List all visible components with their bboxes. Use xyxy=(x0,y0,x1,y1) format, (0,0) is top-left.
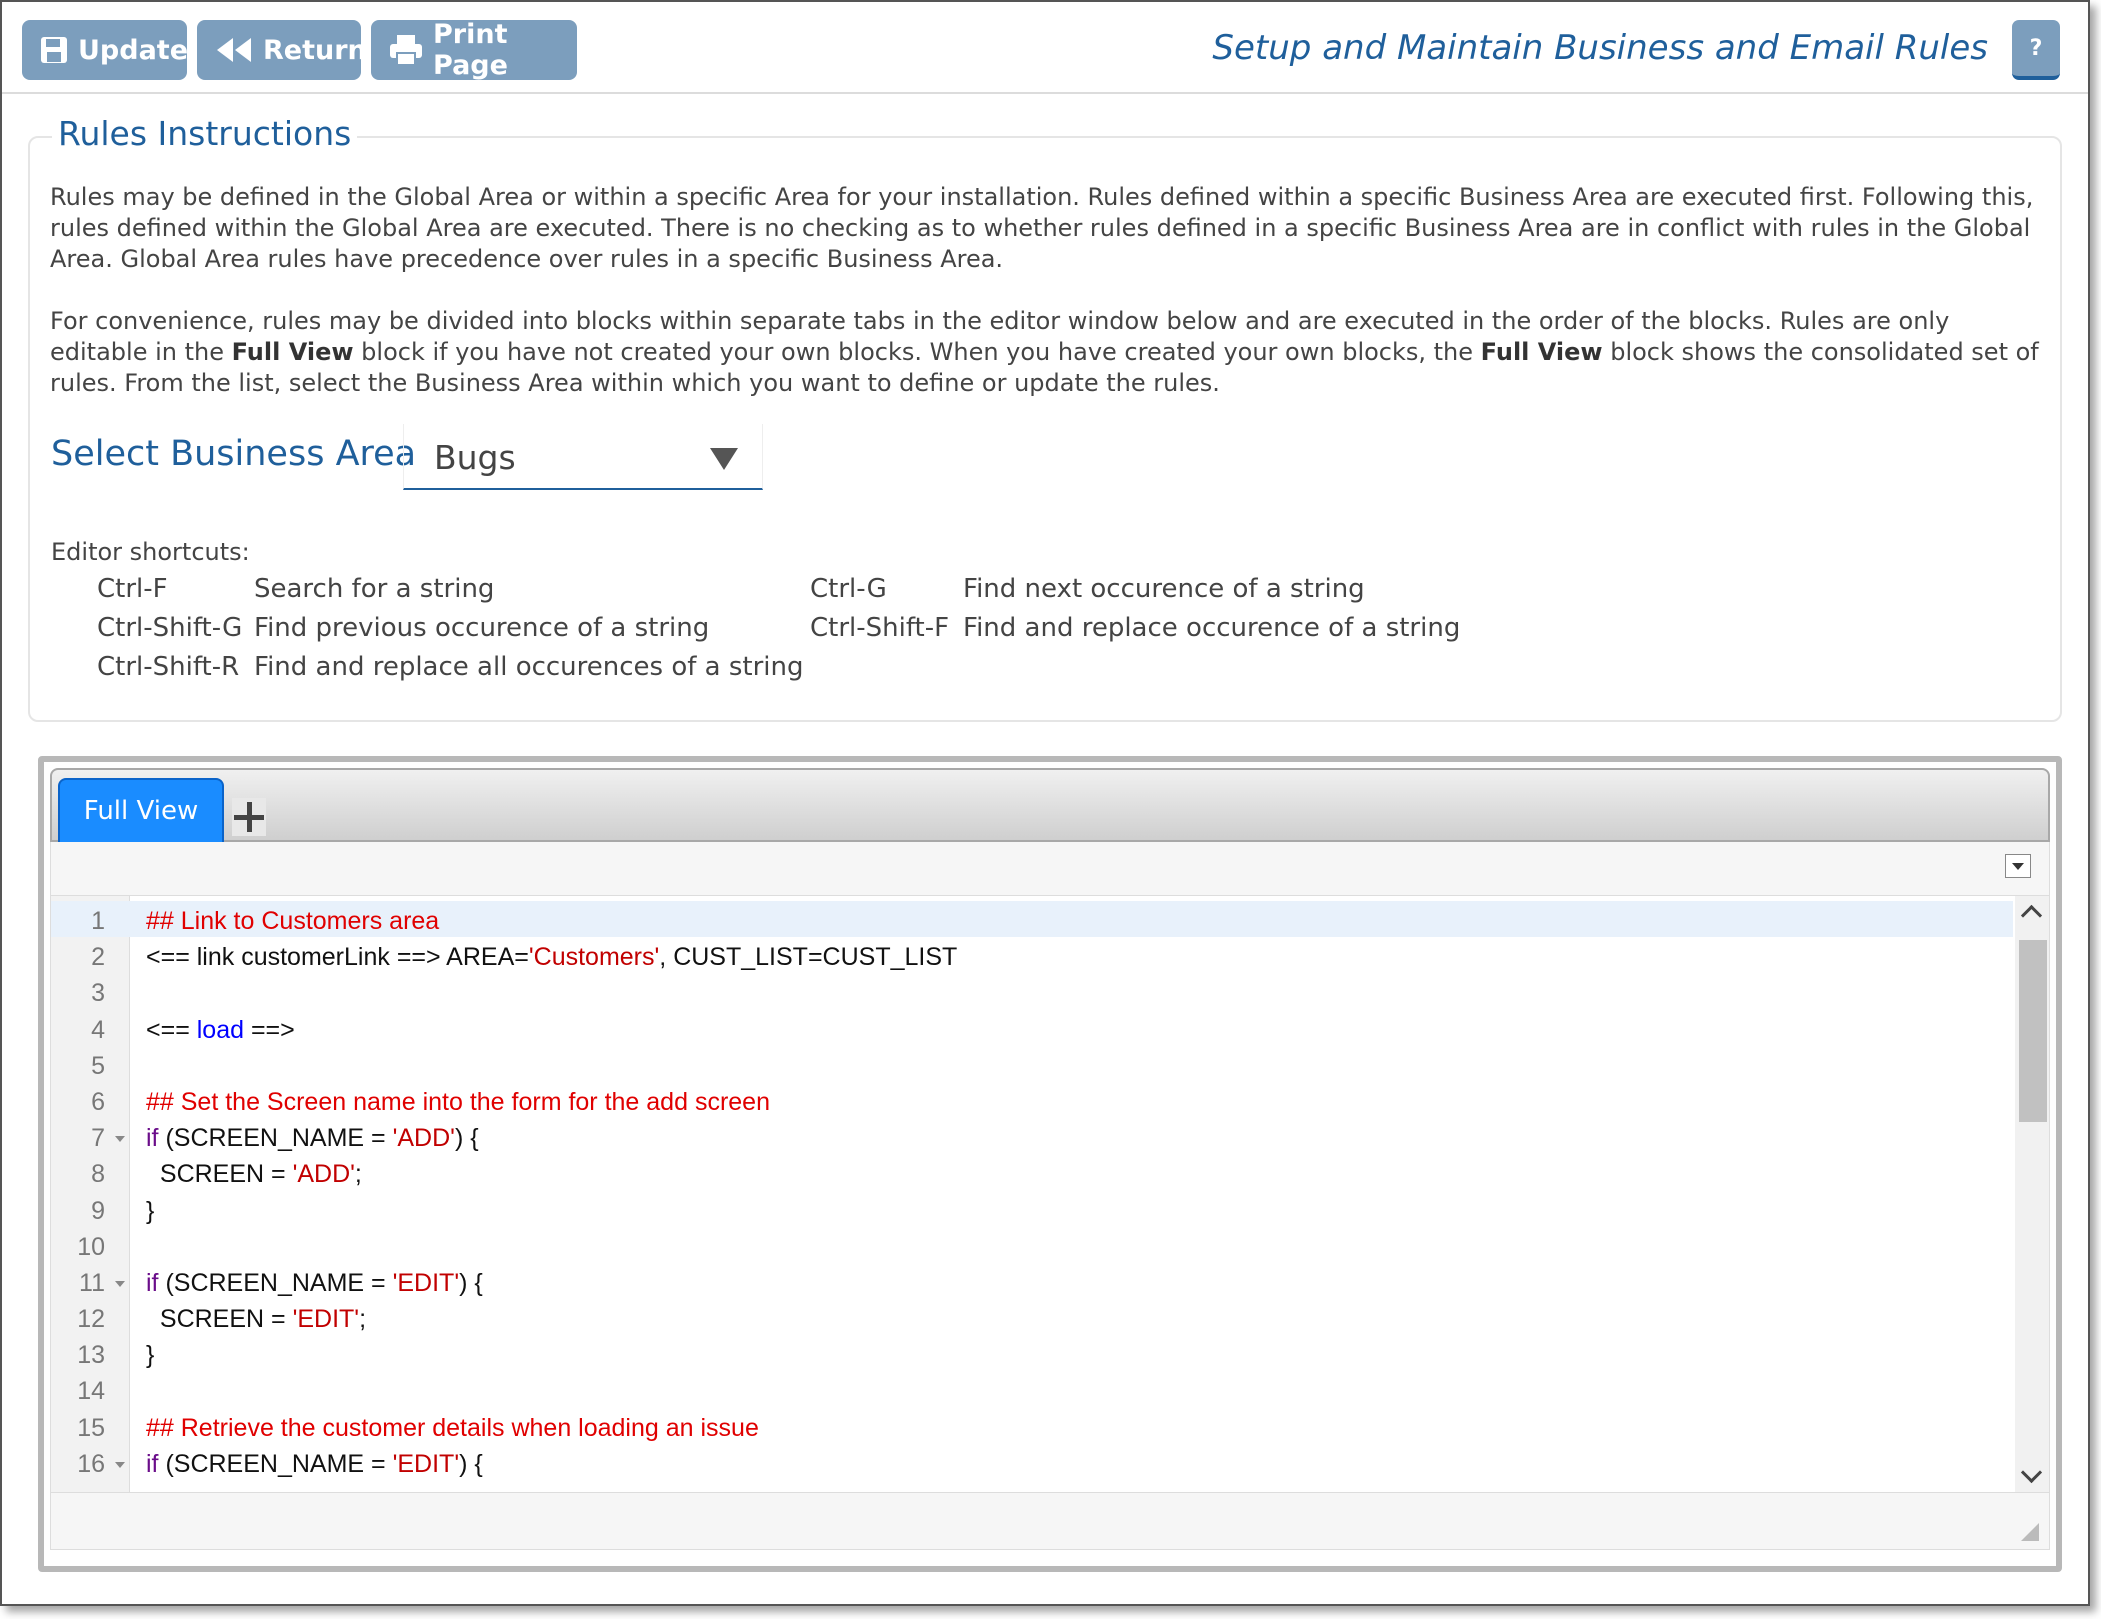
line-code: if (SCREEN_NAME = 'EDIT') { xyxy=(146,1449,483,1478)
line-number: 11 xyxy=(79,1268,105,1297)
code-lines: 1 ## Link to Customers area 2 <== link c… xyxy=(51,901,2013,1480)
shortcut-description: Find and replace all occurences of a str… xyxy=(254,652,804,682)
code-editor[interactable]: 1 ## Link to Customers area 2 <== link c… xyxy=(50,896,2050,1492)
tab-full-view[interactable]: Full View xyxy=(58,778,224,842)
return-button[interactable]: Return xyxy=(197,20,367,80)
scrollbar-thumb[interactable] xyxy=(2019,940,2047,1122)
shortcut-key: Ctrl-F xyxy=(97,574,168,604)
code-line: 16 if (SCREEN_NAME = 'EDIT') { xyxy=(51,1444,2013,1480)
code-line: 12 SCREEN = 'EDIT'; xyxy=(51,1299,2013,1335)
full-view-emphasis: Full View xyxy=(1480,338,1603,366)
line-number: 5 xyxy=(91,1051,105,1080)
print-page-label: Print Page xyxy=(433,19,508,81)
update-button[interactable]: Update xyxy=(22,20,189,80)
editor-toolbar xyxy=(50,842,2050,896)
code-line: 3 xyxy=(51,973,2013,1009)
page-title: Setup and Maintain Business and Email Ru… xyxy=(1212,28,1988,68)
line-number: 1 xyxy=(91,907,105,935)
line-code: } xyxy=(146,1341,155,1370)
shortcut-description: Find previous occurence of a string xyxy=(254,613,710,643)
line-number: 7 xyxy=(91,1124,105,1153)
code-line: 4 <== load ==> xyxy=(51,1010,2013,1046)
line-number: 4 xyxy=(91,1015,105,1044)
shortcut-key: Ctrl-Shift-F xyxy=(810,613,950,643)
fold-arrow-icon[interactable] xyxy=(115,1136,125,1143)
line-code: } xyxy=(146,1196,155,1225)
line-code: ## Set the Screen name into the form for… xyxy=(146,1087,770,1116)
select-business-area-label: Select Business Area xyxy=(51,434,417,474)
app-window: Update Return Print Page Setup and Maint… xyxy=(0,0,2090,1606)
scroll-down-icon[interactable] xyxy=(2020,1461,2043,1484)
code-line: 9 } xyxy=(51,1191,2013,1227)
line-number: 13 xyxy=(77,1341,105,1370)
instructions-paragraph-1: Rules may be defined in the Global Area … xyxy=(50,183,2034,273)
code-line: 7 if (SCREEN_NAME = 'ADD') { xyxy=(51,1118,2013,1154)
paragraph-2-text: block if you have not created your own b… xyxy=(353,338,1481,366)
line-code: <== link customerLink ==> AREA='Customer… xyxy=(146,943,958,972)
editor-shortcuts-title: Editor shortcuts: xyxy=(51,538,250,566)
line-code: if (SCREEN_NAME = 'EDIT') { xyxy=(146,1268,483,1297)
dropdown-arrow-icon xyxy=(710,448,738,470)
add-tab-icon[interactable] xyxy=(232,798,266,836)
vertical-scrollbar[interactable] xyxy=(2015,896,2049,1492)
line-code: ## Retrieve the customer details when lo… xyxy=(146,1413,759,1442)
line-number: 12 xyxy=(77,1305,105,1334)
code-line: 2 <== link customerLink ==> AREA='Custom… xyxy=(51,937,2013,973)
editor-status-bar xyxy=(50,1492,2050,1550)
rules-editor: Full View 1 ## Link to Customers area 2 … xyxy=(38,756,2062,1572)
code-line: 15 ## Retrieve the customer details when… xyxy=(51,1408,2013,1444)
business-area-select[interactable]: Bugs xyxy=(403,424,763,490)
rewind-icon xyxy=(217,38,251,62)
line-number: 3 xyxy=(91,979,105,1008)
code-line: 10 xyxy=(51,1227,2013,1263)
code-line: 5 xyxy=(51,1046,2013,1082)
fold-arrow-icon[interactable] xyxy=(115,1461,125,1468)
line-code: <== load ==> xyxy=(146,1015,295,1044)
line-number: 14 xyxy=(77,1377,105,1406)
update-label: Update xyxy=(78,34,189,66)
shortcut-description: Search for a string xyxy=(254,574,495,604)
tab-full-view-label: Full View xyxy=(83,796,199,826)
top-toolbar: Update Return Print Page Setup and Maint… xyxy=(2,2,2088,94)
code-line: 11 if (SCREEN_NAME = 'EDIT') { xyxy=(51,1263,2013,1299)
shortcut-description: Find and replace occurence of a string xyxy=(963,613,1461,643)
fold-arrow-icon[interactable] xyxy=(115,1280,125,1287)
print-page-button[interactable]: Print Page xyxy=(371,19,577,81)
save-icon xyxy=(41,37,67,63)
scroll-up-icon[interactable] xyxy=(2020,904,2043,927)
help-button[interactable]: ? xyxy=(2012,20,2060,80)
line-code: SCREEN = 'EDIT'; xyxy=(146,1305,367,1334)
line-number: 8 xyxy=(91,1160,105,1189)
line-code: if (SCREEN_NAME = 'ADD') { xyxy=(146,1124,479,1153)
editor-tab-bar: Full View xyxy=(50,768,2050,842)
line-number: 6 xyxy=(91,1087,105,1116)
code-line: 14 xyxy=(51,1371,2013,1407)
code-line: 8 SCREEN = 'ADD'; xyxy=(51,1154,2013,1190)
return-label: Return xyxy=(263,34,367,66)
code-line: 6 ## Set the Screen name into the form f… xyxy=(51,1082,2013,1118)
line-number: 16 xyxy=(77,1449,105,1478)
line-code: ## Link to Customers area xyxy=(146,907,440,935)
print-icon xyxy=(390,35,422,66)
full-view-emphasis: Full View xyxy=(231,338,354,366)
help-label: ? xyxy=(2029,35,2043,61)
shortcut-description: Find next occurence of a string xyxy=(963,574,1365,604)
shortcut-key: Ctrl-Shift-G xyxy=(97,613,243,643)
line-number: 10 xyxy=(77,1232,105,1261)
rules-instructions-panel: Rules Instructions Rules may be defined … xyxy=(28,114,2062,722)
business-area-value: Bugs xyxy=(434,438,516,477)
line-number: 2 xyxy=(91,943,105,972)
rules-instructions-title: Rules Instructions xyxy=(52,114,358,153)
line-number: 9 xyxy=(91,1196,105,1225)
line-code: SCREEN = 'ADD'; xyxy=(146,1160,362,1189)
line-number: 15 xyxy=(77,1413,105,1442)
code-line: 1 ## Link to Customers area xyxy=(51,901,2013,938)
code-line: 13 } xyxy=(51,1335,2013,1371)
shortcut-key: Ctrl-G xyxy=(810,574,887,604)
shortcut-key: Ctrl-Shift-R xyxy=(97,652,240,682)
resize-grip-icon[interactable] xyxy=(2021,1523,2039,1541)
editor-menu-dropdown-icon[interactable] xyxy=(2005,854,2031,878)
instructions-paragraph-2: For convenience, rules may be divided in… xyxy=(50,306,2045,399)
